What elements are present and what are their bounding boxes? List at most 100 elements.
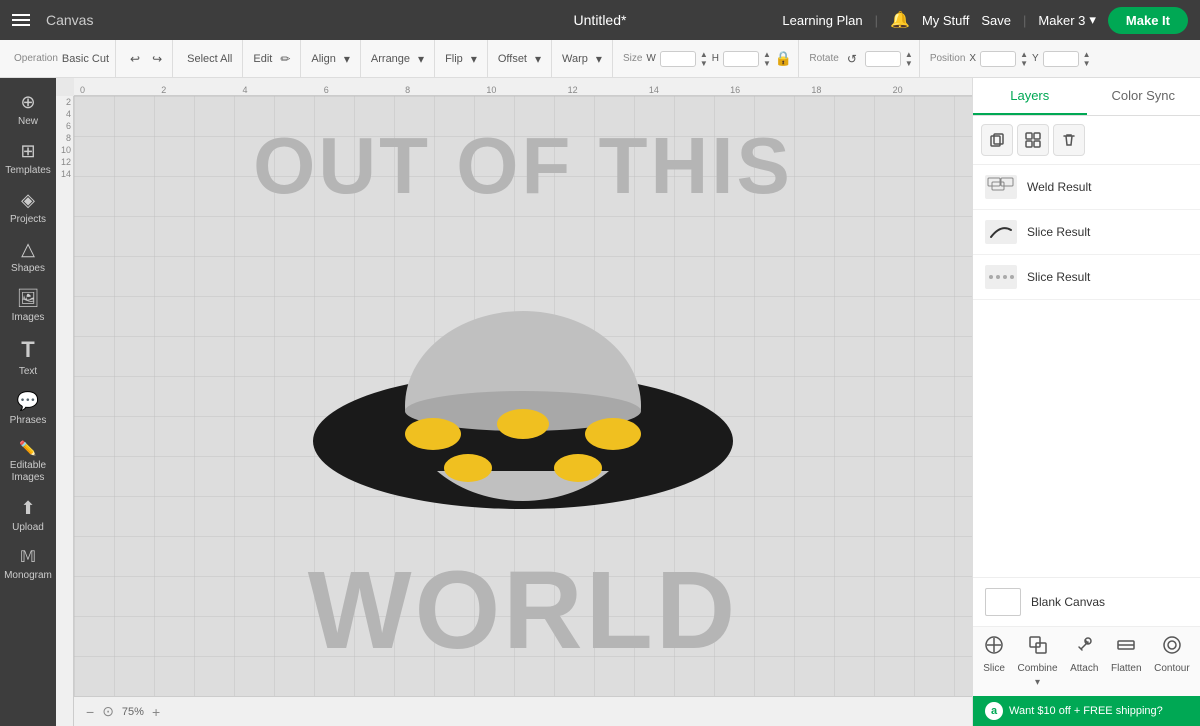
ufo-svg	[293, 276, 753, 516]
attach-label: Attach	[1070, 663, 1098, 674]
hamburger-menu[interactable]	[12, 14, 30, 26]
sidebar-item-monogram[interactable]: 𝕄 Monogram	[3, 541, 53, 587]
ruler-v-8: 8	[64, 132, 73, 144]
sidebar-item-phrases-label: Phrases	[10, 415, 47, 426]
edit-button[interactable]: ✏	[276, 50, 294, 68]
delete-button[interactable]	[1053, 124, 1085, 156]
lock-icon[interactable]: 🔒	[775, 50, 792, 67]
ruler-h-16: 16	[728, 85, 809, 95]
operation-value[interactable]: Basic Cut	[62, 53, 109, 65]
sidebar-item-shapes[interactable]: △ Shapes	[3, 233, 53, 280]
sidebar-item-monogram-label: Monogram	[4, 570, 52, 581]
layer-item-weld[interactable]: Weld Result	[973, 165, 1200, 210]
save-link[interactable]: Save	[981, 13, 1011, 28]
size-h-stepper[interactable]: ▲▼	[763, 50, 771, 68]
promo-text: Want $10 off + FREE shipping?	[1009, 705, 1163, 717]
select-all-button[interactable]: Select All	[183, 51, 236, 67]
nav-right-area: Learning Plan | 🔔 My Stuff Save | Maker …	[782, 7, 1188, 34]
tab-color-sync[interactable]: Color Sync	[1087, 78, 1200, 115]
position-x-input[interactable]	[980, 51, 1016, 67]
layer-name-weld: Weld Result	[1027, 180, 1091, 194]
attach-svg-icon	[1074, 635, 1094, 655]
my-stuff-link[interactable]: My Stuff	[922, 13, 969, 28]
sidebar-item-projects[interactable]: ◈ Projects	[3, 184, 53, 231]
warp-button[interactable]: ▾	[592, 50, 606, 68]
document-title: Untitled*	[574, 12, 627, 28]
sidebar-item-new[interactable]: ⊕ New	[3, 86, 53, 133]
maker-selector[interactable]: Maker 3 ▾	[1038, 12, 1096, 28]
doc-title: Untitled*	[574, 12, 627, 28]
ruler-h-4: 4	[241, 85, 322, 95]
zoom-in-button[interactable]: +	[152, 704, 160, 720]
size-w-input[interactable]	[660, 51, 696, 67]
learning-plan-link[interactable]: Learning Plan	[782, 13, 862, 28]
tab-layers[interactable]: Layers	[973, 78, 1087, 115]
arrange-button[interactable]: ▾	[414, 50, 428, 68]
align-group: Align ▾	[305, 40, 361, 77]
zoom-out-button[interactable]: −	[86, 704, 94, 720]
offset-button[interactable]: ▾	[531, 50, 545, 68]
combine-action[interactable]: Combine ▾	[1018, 635, 1058, 688]
canvas-area[interactable]: 0 2 4 6 8 10 12 14 16 18 20 2 4 6 8 10 1…	[56, 78, 972, 726]
ufo-window-3	[585, 418, 641, 450]
combine-icon	[1028, 635, 1048, 660]
contour-svg-icon	[1162, 635, 1182, 655]
rotate-ccw-button[interactable]: ↺	[843, 50, 861, 68]
sidebar-item-new-label: New	[18, 116, 38, 127]
align-button[interactable]: ▾	[340, 50, 354, 68]
size-h-input[interactable]	[723, 51, 759, 67]
sidebar-item-shapes-label: Shapes	[11, 263, 45, 274]
arrange-group: Arrange ▾	[365, 40, 435, 77]
position-y-stepper[interactable]: ▲▼	[1083, 50, 1091, 68]
blank-canvas-thumb	[985, 588, 1021, 616]
sidebar-item-editable-images[interactable]: ✏️ Editable Images	[3, 434, 53, 490]
offset-label: Offset	[498, 53, 527, 65]
flip-button[interactable]: ▾	[467, 50, 481, 68]
sidebar-item-phrases[interactable]: 💬 Phrases	[3, 385, 53, 432]
promo-icon: a	[985, 702, 1003, 720]
attach-action[interactable]: Attach	[1070, 635, 1098, 688]
sidebar-item-images[interactable]: 🖼 Images	[3, 282, 53, 329]
size-h-label: H	[712, 53, 719, 64]
ufo-window-2	[497, 409, 549, 439]
promo-bar[interactable]: a Want $10 off + FREE shipping?	[973, 696, 1200, 726]
bell-icon[interactable]: 🔔	[890, 10, 910, 30]
slice-icon	[984, 635, 1004, 660]
group-button[interactable]	[1017, 124, 1049, 156]
status-bar: − ⊙ 75% +	[74, 696, 972, 726]
attach-icon	[1074, 635, 1094, 660]
slice-action[interactable]: Slice	[983, 635, 1005, 688]
make-it-button[interactable]: Make It	[1108, 7, 1188, 34]
rotate-input[interactable]	[865, 51, 901, 67]
layer-item-slice-1[interactable]: Slice Result	[973, 210, 1200, 255]
delete-icon	[1061, 132, 1077, 148]
sidebar-item-upload[interactable]: ⬆ Upload	[3, 492, 53, 539]
warp-label: Warp	[562, 53, 588, 65]
ruler-v-14: 14	[59, 168, 73, 180]
templates-icon: ⊞	[20, 141, 35, 162]
redo-button[interactable]: ↪	[148, 50, 166, 68]
size-w-stepper[interactable]: ▲▼	[700, 50, 708, 68]
duplicate-button[interactable]	[981, 124, 1013, 156]
upload-icon: ⬆	[20, 498, 35, 519]
sidebar-item-templates[interactable]: ⊞ Templates	[3, 135, 53, 182]
panel-tabs: Layers Color Sync	[973, 78, 1200, 116]
flatten-action[interactable]: Flatten	[1111, 635, 1142, 688]
contour-action[interactable]: Contour	[1154, 635, 1190, 688]
text-bottom: WORLD	[243, 556, 803, 666]
undo-button[interactable]: ↩	[126, 50, 144, 68]
position-y-input[interactable]	[1043, 51, 1079, 67]
ruler-h-6: 6	[322, 85, 403, 95]
ruler-h-2: 2	[159, 85, 240, 95]
combine-dropdown-icon[interactable]: ▾	[1035, 677, 1040, 688]
design-container: OUT OF THIS	[243, 116, 803, 676]
sidebar-item-text[interactable]: T Text	[3, 331, 53, 383]
rotate-stepper[interactable]: ▲▼	[905, 50, 913, 68]
ufo-window-5	[554, 454, 602, 482]
position-x-stepper[interactable]: ▲▼	[1020, 50, 1028, 68]
position-x-label: X	[969, 53, 976, 64]
layer-name-slice-1: Slice Result	[1027, 225, 1090, 239]
layer-item-slice-2[interactable]: Slice Result	[973, 255, 1200, 300]
ruler-h-14: 14	[647, 85, 728, 95]
phrases-icon: 💬	[17, 391, 39, 412]
